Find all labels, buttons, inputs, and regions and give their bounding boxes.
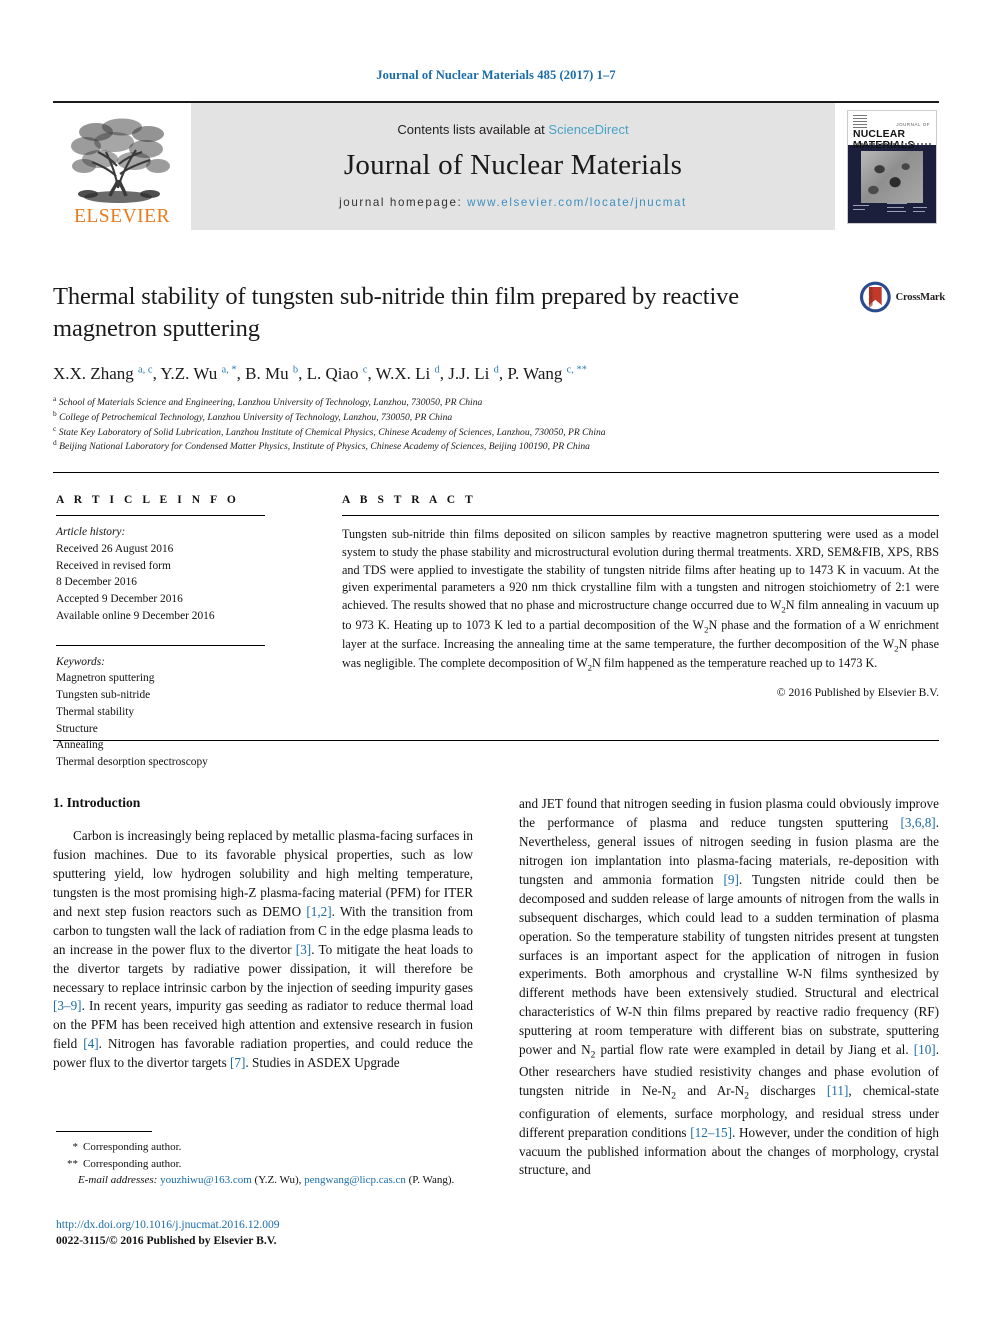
cover-journal-name: NUCLEAR MATERIALS	[853, 128, 915, 151]
cover-rule	[853, 142, 931, 145]
keywords-rule	[56, 644, 265, 646]
history-item: 8 December 2016	[56, 576, 137, 589]
article-info-rule	[56, 515, 265, 516]
abstract-copyright: © 2016 Published by Elsevier B.V.	[776, 686, 939, 700]
title-block: Thermal stability of tungsten sub-nitrid…	[53, 281, 843, 455]
cover-footer	[853, 202, 931, 219]
keywords-block: Keywords: Magnetron sputtering Tungsten …	[56, 654, 274, 771]
journal-cover-thumbnail: JOURNAL OF NUCLEAR MATERIALS	[835, 103, 939, 230]
keywords-label: Keywords:	[56, 655, 105, 668]
issn-copyright-line: 0022-3115/© 2016 Published by Elsevier B…	[56, 1234, 277, 1247]
affiliation-marker: c	[53, 423, 57, 433]
keyword-item: Structure	[56, 722, 98, 735]
affiliation-item: c State Key Laboratory of Solid Lubricat…	[53, 423, 843, 441]
intro-paragraph-right: and JET found that nitrogen seeding in f…	[519, 796, 939, 1178]
article-page: Journal of Nuclear Materials 485 (2017) …	[0, 0, 992, 1323]
cover-micrograph	[861, 150, 923, 203]
affiliation-marker: d	[53, 438, 57, 447]
affiliation-marker: b	[53, 408, 57, 418]
footnote-marker: **	[67, 1157, 78, 1170]
keyword-item: Tungsten sub-nitride	[56, 689, 151, 702]
keyword-item: Magnetron sputtering	[56, 672, 155, 685]
history-item: Received in revised form	[56, 559, 171, 572]
author-list: X.X. Zhang a, c, Y.Z. Wu a, *, B. Mu b, …	[53, 363, 588, 383]
contents-line: Contents lists available at ScienceDirec…	[397, 122, 628, 137]
crossmark-label: CrossMark	[895, 291, 946, 303]
keyword-item: Annealing	[56, 739, 104, 752]
affiliation-text: Beijing National Laboratory for Condense…	[59, 441, 590, 453]
affiliation-text: College of Petrochemical Technology, Lan…	[59, 412, 453, 424]
cover-elsevier-mark	[853, 114, 867, 128]
elsevier-logo: ELSEVIER	[53, 103, 191, 230]
footnote-corresponding-2: ** Corresponding author.	[56, 1156, 476, 1173]
crossmark-badge[interactable]: CrossMark	[859, 278, 945, 316]
footnotes-block: * Corresponding author. ** Corresponding a…	[56, 1139, 476, 1189]
history-item: Accepted 9 December 2016	[56, 593, 183, 606]
elsevier-wordmark: ELSEVIER	[73, 205, 171, 227]
journal-masthead: ELSEVIER Contents lists available at Sci…	[53, 101, 939, 230]
abstract-rule	[342, 515, 939, 516]
body-right-column: and JET found that nitrogen seeding in f…	[519, 795, 939, 1180]
section-heading-introduction: 1. Introduction	[53, 795, 141, 810]
article-history-block: Article history: Received 26 August 2016…	[56, 524, 274, 625]
affiliation-text: School of Materials Science and Engineer…	[58, 397, 483, 409]
contents-prefix: Contents lists available at	[397, 122, 549, 137]
affiliation-text: State Key Laboratory of Solid Lubricatio…	[58, 426, 606, 438]
cover-journal-of-label: JOURNAL OF	[896, 121, 930, 127]
masthead-center: Contents lists available at ScienceDirec…	[191, 103, 835, 230]
abstract-heading: A B S T R A C T	[342, 494, 477, 506]
article-info-column: A R T I C L E I N F O Article history: R…	[56, 494, 274, 771]
abstract-column: A B S T R A C T Tungsten sub-nitride thi…	[342, 494, 939, 699]
body-left-column: 1. Introduction Carbon is increasingly b…	[53, 795, 473, 1180]
homepage-label: journal homepage:	[339, 196, 468, 209]
footnote-text: Corresponding author.	[83, 1157, 182, 1170]
article-info-heading: A R T I C L E I N F O	[56, 494, 240, 506]
affiliation-item: a School of Materials Science and Engine…	[53, 394, 843, 411]
footnote-text: Corresponding author.	[83, 1141, 182, 1153]
email-owner-2: (P. Wang).	[408, 1174, 455, 1186]
footnote-marker: *	[72, 1141, 79, 1153]
history-item: Received 26 August 2016	[56, 542, 174, 555]
elsevier-tree-icon	[71, 118, 170, 203]
intro-paragraph-left: Carbon is increasingly being replaced by…	[53, 828, 474, 1071]
keyword-item: Thermal stability	[56, 705, 135, 718]
running-head: Journal of Nuclear Materials 485 (2017) …	[376, 68, 616, 82]
footnote-emails: E-mail addresses: youzhiwu@163.com (Y.Z.…	[78, 1174, 455, 1186]
email-addresses-label: E-mail addresses:	[78, 1174, 158, 1186]
journal-homepage-line: journal homepage: www.elsevier.com/locat…	[339, 196, 687, 209]
affiliation-marker: a	[53, 394, 57, 404]
article-title: Thermal stability of tungsten sub-nitrid…	[53, 283, 740, 343]
cover-art: JOURNAL OF NUCLEAR MATERIALS	[847, 109, 937, 224]
body-columns: 1. Introduction Carbon is increasingly b…	[53, 795, 939, 1180]
affiliation-item: d Beijing National Laboratory for Conden…	[53, 438, 843, 455]
article-history-label: Article history:	[56, 526, 126, 538]
email-owner-1: (Y.Z. Wu)	[254, 1174, 299, 1186]
email-link-2[interactable]: pengwang@licp.cas.cn	[304, 1174, 406, 1186]
affiliation-list: a School of Materials Science and Engine…	[53, 394, 843, 455]
abstract-text: Tungsten sub-nitride thin films deposite…	[342, 527, 940, 673]
doi-link[interactable]: http://dx.doi.org/10.1016/j.jnucmat.2016…	[56, 1216, 280, 1233]
crossmark-icon	[859, 281, 891, 313]
abstract-top-rule	[53, 472, 939, 473]
email-link-1[interactable]: youzhiwu@163.com	[160, 1174, 252, 1186]
sciencedirect-link[interactable]: ScienceDirect	[548, 122, 628, 137]
keyword-item: Thermal desorption spectroscopy	[56, 756, 208, 769]
history-item: Available online 9 December 2016	[56, 609, 215, 622]
affiliation-item: b College of Petrochemical Technology, L…	[53, 408, 843, 426]
footnote-rule	[56, 1131, 152, 1132]
journal-title: Journal of Nuclear Materials	[343, 149, 683, 181]
footnote-corresponding-1: * Corresponding author.	[56, 1139, 476, 1156]
homepage-url-link[interactable]: www.elsevier.com/locate/jnucmat	[467, 196, 687, 209]
